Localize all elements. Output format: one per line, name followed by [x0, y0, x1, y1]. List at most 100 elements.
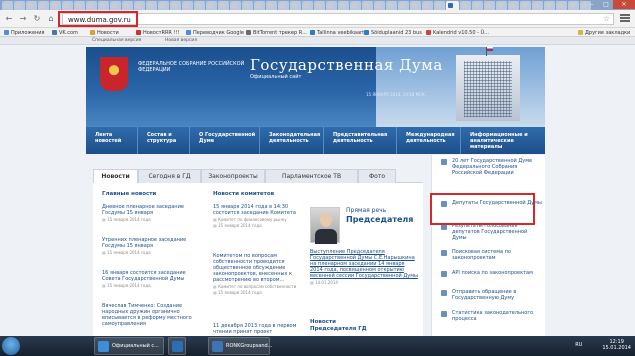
bookmark-news[interactable]: Новости — [90, 29, 119, 36]
home-button[interactable]: ⌂ — [46, 14, 56, 24]
nav-international[interactable]: Международная деятельность — [397, 127, 461, 154]
news-item[interactable]: Дневное пленарное заседание Госдумы 15 я… — [102, 204, 202, 222]
browser-tab[interactable] — [568, 1, 579, 10]
tab-today[interactable]: Сегодня в ГД — [138, 169, 201, 183]
bookmark-translate[interactable]: Переводчик Google — [186, 29, 244, 36]
browser-tab[interactable] — [182, 1, 193, 10]
browser-tab[interactable] — [254, 1, 265, 10]
browser-tab[interactable] — [98, 1, 109, 10]
bookmark-other[interactable]: Другие закладки — [578, 29, 630, 36]
sidebar-item-anniversary[interactable]: 20 лет Государственной Думе Федерального… — [432, 158, 546, 176]
browser-tab[interactable] — [194, 1, 205, 10]
news-item[interactable]: Вячеслав Тимченко: Создание народных дру… — [102, 303, 202, 327]
browser-tab[interactable] — [410, 1, 421, 10]
browser-tab[interactable] — [314, 1, 325, 10]
site-title[interactable]: Государственная Дума — [250, 56, 443, 74]
news-item[interactable]: Утренних пленарное заседание Госдумы 15 … — [102, 237, 202, 255]
browser-tab[interactable] — [422, 1, 433, 10]
browser-tab[interactable] — [50, 1, 61, 10]
browser-tab[interactable] — [362, 1, 373, 10]
chairman-news-header[interactable]: Новости Председателя ГД — [310, 319, 370, 333]
taskbar-photoshop[interactable] — [168, 337, 186, 355]
sidebar-item-appeal[interactable]: Отправить обращение в Государственную Ду… — [432, 289, 546, 301]
new-version-link[interactable]: Новая версия — [165, 38, 197, 43]
taskbar-chrome[interactable]: Официальный с... — [94, 337, 164, 355]
nav-about[interactable]: О Государственной Думе — [190, 127, 260, 154]
bookmark-bittorrent[interactable]: BitTorrent трекер R... — [246, 29, 307, 36]
chairman-portrait[interactable] — [310, 207, 340, 244]
browser-tab[interactable] — [14, 1, 25, 10]
bookmark-calendar[interactable]: Kalendrid v10.50 - Ü... — [426, 29, 489, 36]
clock[interactable]: 12:19 15.01.2014 — [602, 339, 631, 351]
maximize-button[interactable]: □ — [599, 0, 613, 9]
browser-tab[interactable] — [290, 1, 301, 10]
browser-tab[interactable] — [206, 1, 217, 10]
committee-news-item[interactable]: Комитетом по вопросам собственности пров… — [213, 253, 301, 295]
browser-tab[interactable] — [146, 1, 157, 10]
bookmark-apps[interactable]: Приложения — [4, 29, 45, 36]
browser-tab[interactable] — [556, 1, 567, 10]
browser-tab[interactable] — [158, 1, 169, 10]
browser-tab[interactable] — [38, 1, 49, 10]
browser-tab[interactable] — [170, 1, 181, 10]
browser-tab[interactable] — [62, 1, 73, 10]
browser-tab[interactable] — [242, 1, 253, 10]
browser-tab[interactable] — [122, 1, 133, 10]
browser-tab[interactable] — [350, 1, 361, 10]
browser-tab-active[interactable] — [446, 1, 459, 10]
special-version-link[interactable]: Специальная версия — [92, 38, 141, 43]
browser-tab[interactable] — [496, 1, 507, 10]
sidebar-item-bill-search[interactable]: Поисковая система по законопроектам — [432, 249, 546, 261]
start-button[interactable] — [2, 337, 20, 355]
browser-tab[interactable] — [460, 1, 471, 10]
browser-tab[interactable] — [74, 1, 85, 10]
back-button[interactable]: ← — [4, 14, 14, 24]
tab-photo[interactable]: Фото — [358, 169, 396, 183]
browser-tab[interactable] — [374, 1, 385, 10]
taskbar-word[interactable]: RONKGroupsand... — [208, 337, 272, 355]
chrome-menu-icon[interactable] — [620, 14, 630, 24]
committee-news-item[interactable]: 11 декабря 2013 года в первом чтении при… — [213, 323, 301, 335]
browser-tab[interactable] — [26, 1, 37, 10]
nav-representation[interactable]: Представительная деятельность — [324, 127, 397, 154]
speech-item[interactable]: Выступление Председателя Государственной… — [310, 249, 418, 285]
minimize-button[interactable]: – — [585, 0, 599, 9]
browser-tab[interactable] — [484, 1, 495, 10]
browser-tab[interactable] — [230, 1, 241, 10]
nav-materials[interactable]: Информационные и аналитические материалы — [461, 127, 545, 154]
browser-tab[interactable] — [472, 1, 483, 10]
browser-tab[interactable] — [520, 1, 531, 10]
bookmark-vk[interactable]: VK.com — [52, 29, 78, 36]
nav-legislation[interactable]: Законодательная деятельность — [260, 127, 324, 154]
browser-tab[interactable] — [278, 1, 289, 10]
news-item[interactable]: 16 января состоится заседание Совета Гос… — [102, 270, 202, 288]
browser-tab[interactable] — [218, 1, 229, 10]
browser-tab[interactable] — [134, 1, 145, 10]
tab-bills[interactable]: Законопроекты — [201, 169, 265, 183]
browser-tab[interactable] — [110, 1, 121, 10]
coat-of-arms-icon[interactable] — [100, 57, 128, 91]
bookmark-tallinn-map[interactable]: Tallinna veebikaart — [310, 29, 364, 36]
bookmark-star-icon[interactable]: ☆ — [603, 14, 610, 24]
browser-tab[interactable] — [434, 1, 445, 10]
tab-news[interactable]: Новости — [93, 169, 138, 183]
browser-tab[interactable] — [2, 1, 13, 10]
sidebar-item-statistics[interactable]: Статистика законодательного процесса — [432, 310, 546, 322]
reload-button[interactable]: ↻ — [32, 14, 42, 24]
nav-news-feed[interactable]: Лента новостей — [86, 127, 138, 154]
browser-tab[interactable] — [338, 1, 349, 10]
browser-tab[interactable] — [386, 1, 397, 10]
sidebar-item-api[interactable]: API поиска по законопроектам — [432, 270, 546, 277]
bookmark-rrr[interactable]: НовостRRR !!! — [136, 29, 180, 36]
browser-tab[interactable] — [544, 1, 555, 10]
browser-tab[interactable] — [398, 1, 409, 10]
speech-title[interactable]: Председателя — [346, 215, 413, 224]
tab-parliament-tv[interactable]: Парламентское ТВ — [265, 169, 358, 183]
browser-tab[interactable] — [302, 1, 313, 10]
browser-tab[interactable] — [326, 1, 337, 10]
nav-structure[interactable]: Состав и структура — [138, 127, 190, 154]
main-news-header[interactable]: Главные новости — [102, 191, 156, 197]
committee-news-item[interactable]: 15 января 2014 года в 14:30 состоится за… — [213, 204, 301, 228]
address-bar[interactable]: www.duma.gov.ru ☆ — [62, 13, 614, 25]
browser-tab[interactable] — [86, 1, 97, 10]
